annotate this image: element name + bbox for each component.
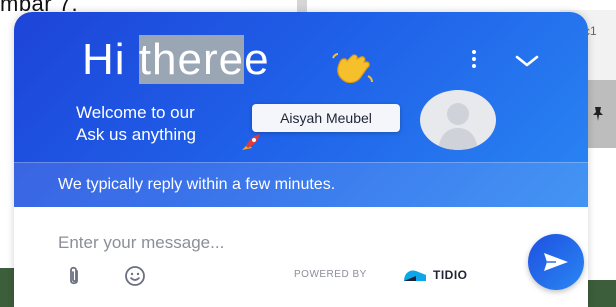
powered-by-label: POWERED BY bbox=[294, 269, 367, 280]
welcome-message: Welcome to our Ask us anything bbox=[76, 102, 196, 146]
reply-time-banner: We typically reply within a few minutes. bbox=[14, 162, 588, 208]
waving-hand-icon bbox=[332, 53, 373, 84]
paperclip-icon[interactable] bbox=[66, 265, 82, 287]
reply-time-text: We typically reply within a few minutes. bbox=[58, 176, 336, 193]
welcome-line-2: Ask us anything bbox=[76, 125, 197, 144]
pin-icon bbox=[593, 107, 603, 121]
chevron-down-icon[interactable] bbox=[514, 52, 540, 70]
avatar-placeholder-icon bbox=[438, 103, 478, 150]
send-button[interactable] bbox=[528, 234, 584, 290]
chat-header: Hi theree Welcome to our Ask us anything… bbox=[14, 12, 588, 208]
greeting-suffix: e bbox=[244, 35, 270, 84]
greeting-prefix: Hi bbox=[82, 35, 139, 84]
greeting-title: Hi theree bbox=[82, 35, 270, 84]
rocket-icon bbox=[242, 134, 260, 150]
menu-icon[interactable] bbox=[468, 50, 480, 74]
chat-widget: Hi theree Welcome to our Ask us anything… bbox=[14, 12, 588, 307]
agent-name-tooltip: Aisyah Meubel bbox=[252, 104, 400, 132]
tidio-brand: TIDIO bbox=[433, 268, 468, 282]
welcome-line-1: Welcome to our bbox=[76, 103, 195, 122]
emoji-icon[interactable] bbox=[124, 265, 146, 287]
avatar bbox=[420, 90, 496, 150]
greeting-selected: there bbox=[138, 35, 245, 84]
tidio-logo-icon bbox=[404, 270, 426, 281]
send-icon bbox=[544, 253, 568, 271]
message-input[interactable] bbox=[58, 230, 478, 256]
